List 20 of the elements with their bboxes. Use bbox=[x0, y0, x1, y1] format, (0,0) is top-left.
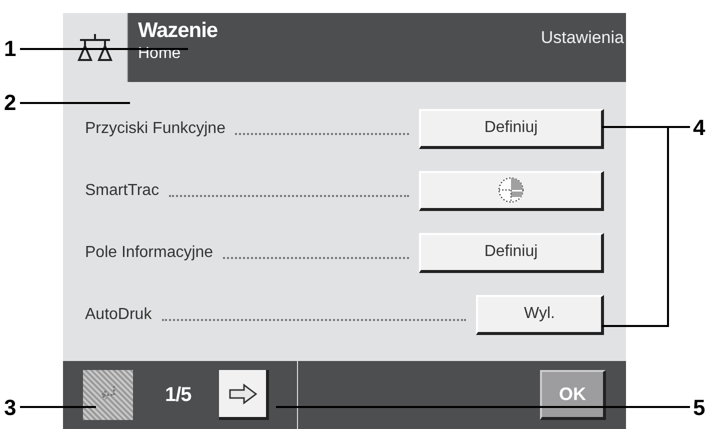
setting-button[interactable]: Definiuj bbox=[419, 108, 604, 148]
page-counter: 1/5 bbox=[165, 383, 192, 408]
setting-label: SmartTrac bbox=[85, 180, 160, 200]
setting-label: Pole Informacyjne bbox=[85, 242, 214, 262]
setting-button[interactable]: Wyl. bbox=[476, 294, 604, 334]
callout-number: 5 bbox=[693, 397, 706, 419]
next-page-button[interactable] bbox=[219, 370, 270, 420]
balance-scale-icon bbox=[75, 32, 115, 64]
setting-label: Przyciski Funkcyjne bbox=[85, 118, 226, 138]
callout-number: 3 bbox=[4, 397, 16, 419]
callout-number: 2 bbox=[4, 92, 16, 114]
app-title: Wazenie bbox=[138, 19, 218, 43]
setting-label: AutoDruk bbox=[85, 304, 152, 324]
callout-number: 4 bbox=[693, 117, 706, 139]
smarttrac-button[interactable] bbox=[419, 170, 604, 210]
smarttrac-icon bbox=[497, 176, 525, 204]
callout-number: 1 bbox=[4, 38, 16, 60]
setting-button[interactable]: Definiuj bbox=[419, 232, 604, 272]
right-arrow-icon bbox=[228, 382, 258, 404]
settings-link[interactable]: Ustawienia bbox=[540, 25, 626, 50]
